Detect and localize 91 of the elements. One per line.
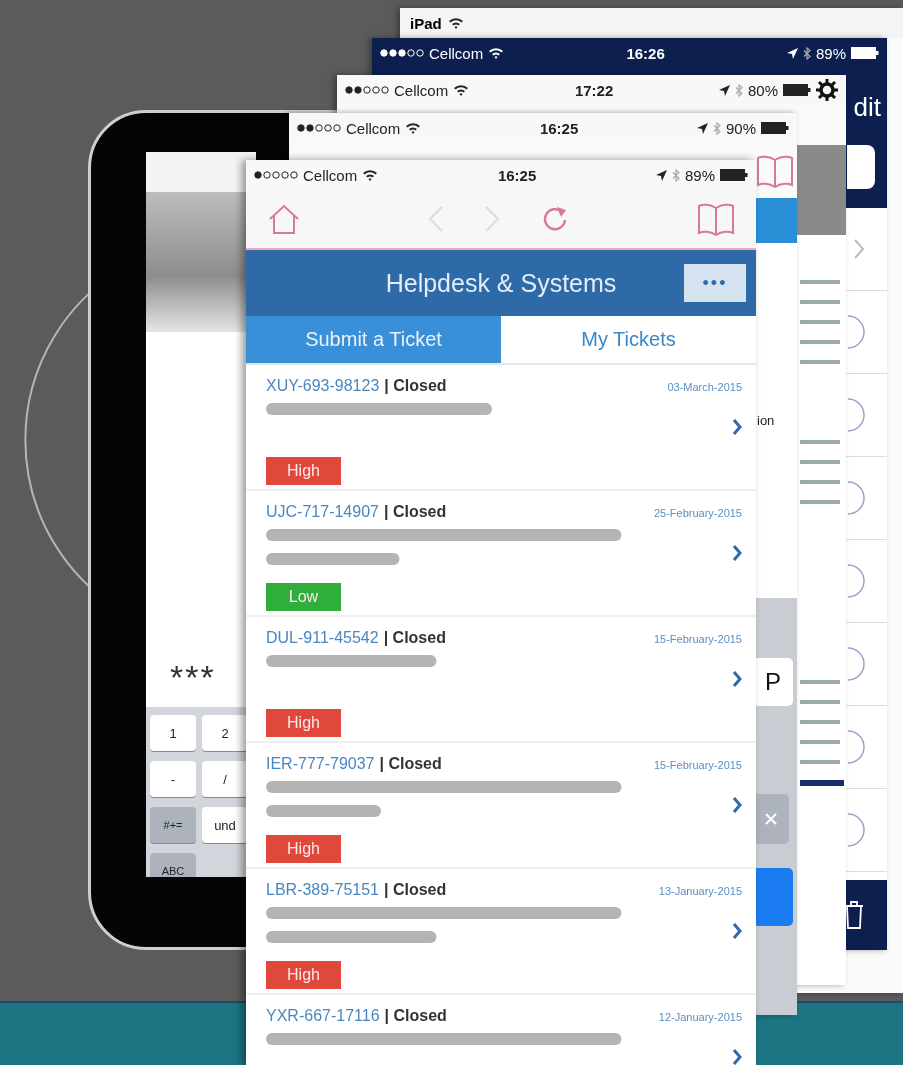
search-field[interactable] bbox=[847, 145, 875, 189]
ticket-status: | Closed bbox=[384, 1007, 447, 1025]
wifi-icon bbox=[362, 169, 379, 181]
keyboard-key[interactable]: 1 bbox=[150, 715, 196, 751]
priority-badge: High bbox=[266, 835, 341, 863]
chevron-icon bbox=[732, 670, 742, 688]
ticket-date: 25-February-2015 bbox=[653, 507, 742, 519]
wifi-icon bbox=[453, 84, 470, 96]
ticket-status: | Closed bbox=[383, 629, 446, 647]
ticket-status: | Closed bbox=[383, 503, 447, 521]
bluetooth-icon bbox=[712, 121, 721, 135]
signal-icon bbox=[297, 124, 341, 132]
chevron-icon bbox=[732, 796, 742, 814]
wifi-icon bbox=[488, 47, 505, 59]
ticket-status: | Closed bbox=[384, 377, 447, 395]
battery-percent: 89% bbox=[684, 166, 715, 184]
keyboard-key[interactable]: 2 bbox=[202, 715, 248, 751]
signal-icon bbox=[345, 86, 389, 94]
ticket-row[interactable]: IER-777-79037 | Closed 15-February-2015 High bbox=[246, 743, 756, 869]
home-icon[interactable] bbox=[268, 204, 300, 234]
action-button[interactable] bbox=[753, 868, 793, 926]
book-icon[interactable] bbox=[698, 202, 734, 236]
signal-icon bbox=[380, 49, 424, 57]
ticket-row[interactable]: UJC-717-14907 | Closed 25-February-2015 Low bbox=[246, 491, 756, 617]
wifi-icon bbox=[447, 17, 464, 29]
priority-badge: High bbox=[266, 709, 341, 737]
ticket-date: 15-February-2015 bbox=[653, 759, 742, 771]
ticket-id: YXR-667-17116 bbox=[266, 1007, 380, 1025]
ticket-status: | Closed bbox=[383, 881, 447, 899]
status-time: 16:25 bbox=[539, 119, 579, 137]
ticket-date: 13-January-2015 bbox=[658, 885, 742, 897]
battery-icon bbox=[761, 122, 789, 134]
signal-icon bbox=[254, 171, 298, 179]
toolbar bbox=[753, 198, 797, 243]
priority-badge: High bbox=[266, 457, 341, 485]
chevron-icon bbox=[732, 544, 742, 562]
location-arrow-icon bbox=[718, 84, 730, 96]
wifi-icon bbox=[405, 122, 422, 134]
carrier-name: Cellcom bbox=[303, 166, 358, 184]
status-time: 16:25 bbox=[497, 166, 537, 184]
settings-icon[interactable] bbox=[816, 79, 838, 101]
battery-percent: 89% bbox=[815, 44, 846, 62]
carrier-name: Cellcom bbox=[394, 81, 449, 99]
carrier-name: Cellcom bbox=[429, 44, 484, 62]
keyboard-key[interactable]: und bbox=[202, 807, 248, 843]
chevron-icon bbox=[732, 922, 742, 940]
status-time: 17:22 bbox=[574, 81, 614, 99]
priority-badge: Low bbox=[266, 583, 341, 611]
ticket-date: 12-January-2015 bbox=[658, 1011, 742, 1023]
ticket-row[interactable]: LBR-389-75151 | Closed 13-January-2015 High bbox=[246, 869, 756, 995]
page-title: Helpdesk & Systems bbox=[385, 268, 617, 298]
document-text: ion bbox=[756, 413, 776, 428]
ticket-id: UJC-717-14907 bbox=[266, 503, 379, 521]
battery-percent: 80% bbox=[747, 81, 778, 99]
battery-icon bbox=[720, 169, 748, 181]
bluetooth-icon bbox=[734, 83, 743, 97]
ticket-date: 03-March-2015 bbox=[667, 381, 742, 393]
header-text: dit bbox=[853, 92, 881, 123]
location-arrow-icon bbox=[696, 122, 708, 134]
ticket-id: IER-777-79037 bbox=[266, 755, 375, 773]
keyboard-key[interactable]: P bbox=[753, 658, 793, 706]
battery-icon bbox=[851, 47, 879, 59]
ticket-id: XUY-693-98123 bbox=[266, 377, 380, 395]
keyboard-key[interactable]: ABC bbox=[150, 853, 196, 877]
trash-icon[interactable] bbox=[843, 900, 865, 930]
more-button[interactable]: ••• bbox=[684, 264, 746, 302]
bluetooth-icon bbox=[802, 46, 811, 60]
device-name: iPad bbox=[410, 14, 442, 32]
priority-badge: High bbox=[266, 961, 341, 989]
ticket-date: 15-February-2015 bbox=[653, 633, 742, 645]
ticket-row[interactable]: DUL-911-45542 | Closed 15-February-2015 High bbox=[246, 617, 756, 743]
chevron-icon bbox=[853, 238, 865, 260]
location-arrow-icon bbox=[786, 47, 798, 59]
keyboard-key[interactable]: / bbox=[202, 761, 248, 797]
bluetooth-icon bbox=[671, 168, 680, 182]
ticket-id: LBR-389-75151 bbox=[266, 881, 379, 899]
status-time: 16:26 bbox=[626, 44, 665, 62]
ticket-id: DUL-911-45542 bbox=[266, 629, 379, 647]
battery-icon bbox=[783, 84, 811, 96]
location-arrow-icon bbox=[655, 169, 667, 181]
close-icon bbox=[764, 812, 778, 826]
battery-percent: 90% bbox=[725, 119, 756, 137]
ticket-status: | Closed bbox=[379, 755, 442, 773]
carrier-name: Cellcom bbox=[346, 119, 401, 137]
ticket-row[interactable]: YXR-667-17116 | Closed 12-January-2015 bbox=[246, 995, 756, 1065]
book-icon[interactable] bbox=[757, 153, 793, 188]
chevron-icon bbox=[732, 1048, 742, 1065]
chevron-icon bbox=[732, 418, 742, 436]
keyboard-key[interactable]: - bbox=[150, 761, 196, 797]
ticket-row[interactable]: XUY-693-98123 | Closed 03-March-2015 High bbox=[246, 365, 756, 491]
keyboard-key[interactable]: #+= bbox=[150, 807, 196, 843]
